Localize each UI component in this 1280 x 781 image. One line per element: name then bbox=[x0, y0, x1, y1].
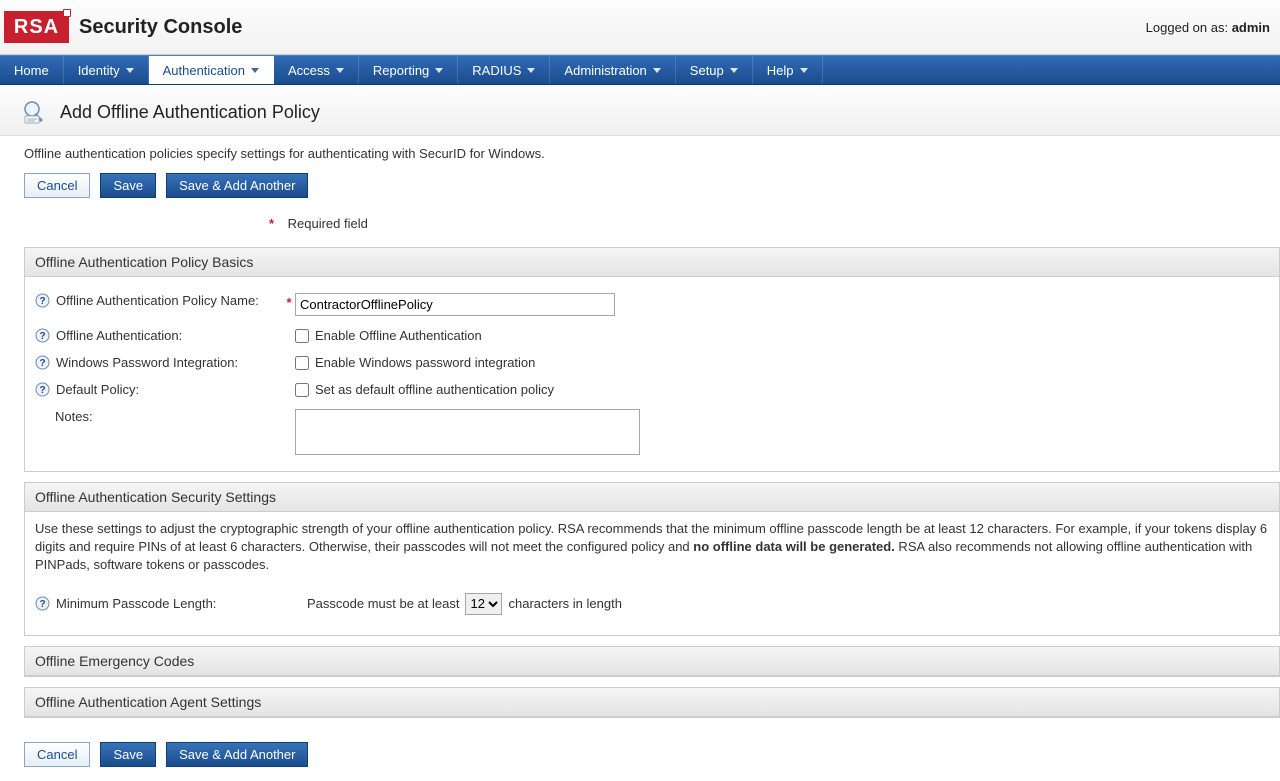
row-default-policy: ? Default Policy: Set as default offline… bbox=[33, 376, 1271, 403]
nav-label: Help bbox=[767, 63, 794, 78]
page-title: Add Offline Authentication Policy bbox=[60, 102, 320, 123]
login-user: admin bbox=[1232, 20, 1270, 35]
policy-name-label: Offline Authentication Policy Name: bbox=[56, 293, 259, 308]
button-row-bottom: Cancel Save Save & Add Another bbox=[0, 728, 1280, 781]
brand-area: RSA Security Console bbox=[4, 11, 242, 43]
help-icon[interactable]: ? bbox=[35, 382, 50, 397]
main-nav: Home Identity Authentication Access Repo… bbox=[0, 55, 1280, 85]
save-add-another-button[interactable]: Save & Add Another bbox=[166, 742, 308, 767]
section-agent: Offline Authentication Agent Settings bbox=[24, 687, 1280, 718]
passcode-prefix: Passcode must be at least bbox=[307, 596, 459, 611]
required-star: * bbox=[24, 216, 284, 231]
nav-reporting[interactable]: Reporting bbox=[359, 56, 458, 84]
row-min-passcode: ? Minimum Passcode Length: Passcode must… bbox=[33, 587, 1271, 625]
security-text-bold: no offline data will be generated. bbox=[693, 539, 895, 554]
nav-label: RADIUS bbox=[472, 63, 521, 78]
page-header: Add Offline Authentication Policy bbox=[0, 85, 1280, 136]
nav-label: Home bbox=[14, 63, 49, 78]
chevron-down-icon bbox=[251, 68, 259, 73]
offline-auth-label: Offline Authentication: bbox=[56, 328, 182, 343]
help-icon[interactable]: ? bbox=[35, 293, 50, 308]
row-notes: Notes: bbox=[33, 403, 1271, 461]
required-label: Required field bbox=[288, 216, 368, 231]
nav-label: Reporting bbox=[373, 63, 429, 78]
console-title: Security Console bbox=[79, 16, 242, 39]
login-prefix: Logged on as: bbox=[1146, 20, 1232, 35]
cancel-button[interactable]: Cancel bbox=[24, 173, 90, 198]
windows-password-checkbox[interactable] bbox=[295, 356, 309, 370]
help-icon[interactable]: ? bbox=[35, 355, 50, 370]
notes-textarea[interactable] bbox=[295, 409, 640, 455]
cancel-button[interactable]: Cancel bbox=[24, 742, 90, 767]
section-basics: Offline Authentication Policy Basics ? O… bbox=[24, 247, 1280, 472]
chevron-down-icon bbox=[126, 68, 134, 73]
svg-text:?: ? bbox=[39, 331, 45, 342]
section-security-header: Offline Authentication Security Settings bbox=[25, 483, 1279, 512]
nav-home[interactable]: Home bbox=[0, 56, 64, 84]
enable-offline-auth-checkbox[interactable] bbox=[295, 329, 309, 343]
nav-label: Access bbox=[288, 63, 330, 78]
section-security: Offline Authentication Security Settings… bbox=[24, 482, 1280, 636]
rsa-logo: RSA bbox=[4, 11, 69, 43]
section-security-body: ? Minimum Passcode Length: Passcode must… bbox=[25, 587, 1279, 635]
section-agent-header: Offline Authentication Agent Settings bbox=[25, 688, 1279, 717]
passcode-length-select[interactable]: 12 bbox=[465, 593, 502, 615]
nav-access[interactable]: Access bbox=[274, 56, 359, 84]
policy-name-input[interactable] bbox=[295, 293, 615, 316]
help-icon[interactable]: ? bbox=[35, 596, 50, 611]
section-emergency-header: Offline Emergency Codes bbox=[25, 647, 1279, 676]
row-policy-name: ? Offline Authentication Policy Name: * bbox=[33, 287, 1271, 322]
top-bar: RSA Security Console Logged on as: admin bbox=[0, 0, 1280, 55]
chevron-down-icon bbox=[653, 68, 661, 73]
chevron-down-icon bbox=[435, 68, 443, 73]
required-note: * Required field bbox=[0, 212, 1280, 241]
chevron-down-icon bbox=[730, 68, 738, 73]
nav-label: Administration bbox=[564, 63, 646, 78]
nav-radius[interactable]: RADIUS bbox=[458, 56, 550, 84]
row-offline-auth: ? Offline Authentication: Enable Offline… bbox=[33, 322, 1271, 349]
chevron-down-icon bbox=[800, 68, 808, 73]
notes-label: Notes: bbox=[55, 409, 93, 424]
save-button[interactable]: Save bbox=[100, 173, 156, 198]
help-icon[interactable]: ? bbox=[35, 328, 50, 343]
nav-label: Setup bbox=[690, 63, 724, 78]
security-description: Use these settings to adjust the cryptog… bbox=[25, 512, 1279, 587]
min-passcode-label: Minimum Passcode Length: bbox=[56, 596, 216, 611]
row-windows-password: ? Windows Password Integration: Enable W… bbox=[33, 349, 1271, 376]
content-area: Add Offline Authentication Policy Offlin… bbox=[0, 85, 1280, 781]
nav-administration[interactable]: Administration bbox=[550, 56, 675, 84]
save-add-another-button[interactable]: Save & Add Another bbox=[166, 173, 308, 198]
nav-identity[interactable]: Identity bbox=[64, 56, 149, 84]
default-policy-checkbox[interactable] bbox=[295, 383, 309, 397]
svg-text:?: ? bbox=[39, 385, 45, 396]
windows-password-text: Enable Windows password integration bbox=[315, 355, 535, 370]
chevron-down-icon bbox=[527, 68, 535, 73]
nav-label: Identity bbox=[78, 63, 120, 78]
enable-offline-auth-text: Enable Offline Authentication bbox=[315, 328, 482, 343]
login-info: Logged on as: admin bbox=[1146, 20, 1270, 35]
default-policy-text: Set as default offline authentication po… bbox=[315, 382, 554, 397]
passcode-suffix: characters in length bbox=[508, 596, 621, 611]
nav-help[interactable]: Help bbox=[753, 56, 823, 84]
nav-authentication[interactable]: Authentication bbox=[149, 56, 274, 84]
chevron-down-icon bbox=[336, 68, 344, 73]
page-description: Offline authentication policies specify … bbox=[0, 136, 1280, 173]
svg-text:?: ? bbox=[39, 296, 45, 307]
required-star: * bbox=[283, 293, 295, 310]
nav-label: Authentication bbox=[163, 63, 245, 78]
svg-text:?: ? bbox=[39, 599, 45, 610]
section-basics-header: Offline Authentication Policy Basics bbox=[25, 248, 1279, 277]
section-basics-body: ? Offline Authentication Policy Name: * … bbox=[25, 277, 1279, 471]
section-emergency: Offline Emergency Codes bbox=[24, 646, 1280, 677]
save-button[interactable]: Save bbox=[100, 742, 156, 767]
policy-icon bbox=[22, 99, 48, 125]
svg-text:?: ? bbox=[39, 358, 45, 369]
windows-password-label: Windows Password Integration: bbox=[56, 355, 238, 370]
default-policy-label: Default Policy: bbox=[56, 382, 139, 397]
button-row-top: Cancel Save Save & Add Another bbox=[0, 173, 1280, 212]
nav-setup[interactable]: Setup bbox=[676, 56, 753, 84]
